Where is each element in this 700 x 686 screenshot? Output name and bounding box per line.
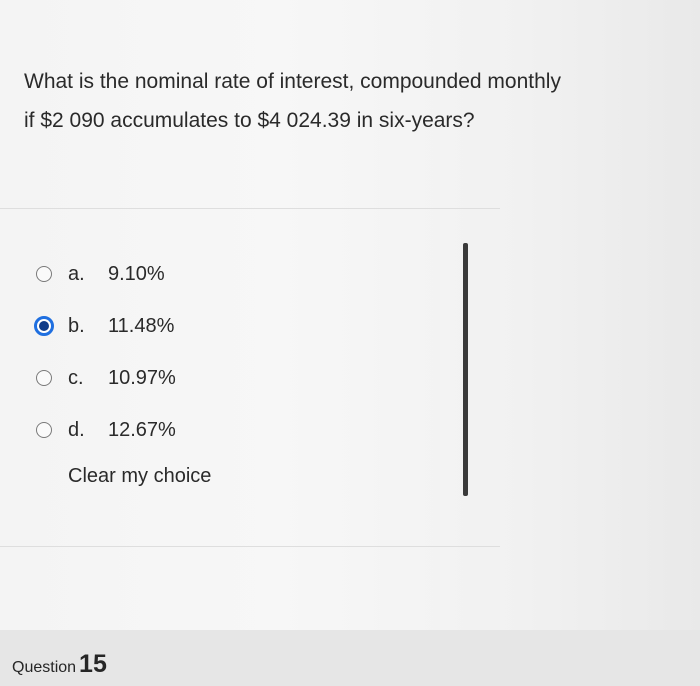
radio-button[interactable] — [36, 422, 52, 438]
divider — [0, 546, 500, 547]
option-value: 9.10% — [108, 262, 165, 285]
option-a[interactable]: a. 9.10% — [36, 248, 176, 300]
option-c[interactable]: c. 10.97% — [36, 352, 176, 404]
question-card: What is the nominal rate of interest, co… — [0, 0, 700, 630]
option-d[interactable]: d. 12.67% — [36, 404, 176, 456]
option-value: 12.67% — [108, 418, 176, 441]
scrollbar[interactable] — [463, 243, 468, 496]
question-number: Question 15 — [12, 650, 107, 679]
clear-choice-link[interactable]: Clear my choice — [68, 465, 211, 488]
question-line-2: if $2 090 accumulates to $4 024.39 in si… — [24, 109, 475, 132]
option-b[interactable]: b. 11.48% — [34, 300, 176, 352]
question-label: Question — [12, 659, 77, 676]
option-letter: b. — [68, 314, 85, 337]
question-number-value: 15 — [79, 650, 107, 678]
radio-button-selected[interactable] — [34, 316, 54, 336]
option-letter: c. — [68, 366, 84, 389]
option-letter: a. — [68, 262, 85, 285]
radio-button[interactable] — [36, 266, 52, 282]
answer-options: a. 9.10% b. 11.48% c. 10.97% d. 12.67% — [34, 248, 176, 456]
question-line-1: What is the nominal rate of interest, co… — [24, 70, 561, 93]
option-letter: d. — [68, 418, 85, 441]
radio-button[interactable] — [36, 370, 52, 386]
option-value: 10.97% — [108, 366, 176, 389]
option-value: 11.48% — [108, 314, 175, 337]
divider — [0, 208, 500, 209]
question-text: What is the nominal rate of interest, co… — [24, 62, 644, 140]
